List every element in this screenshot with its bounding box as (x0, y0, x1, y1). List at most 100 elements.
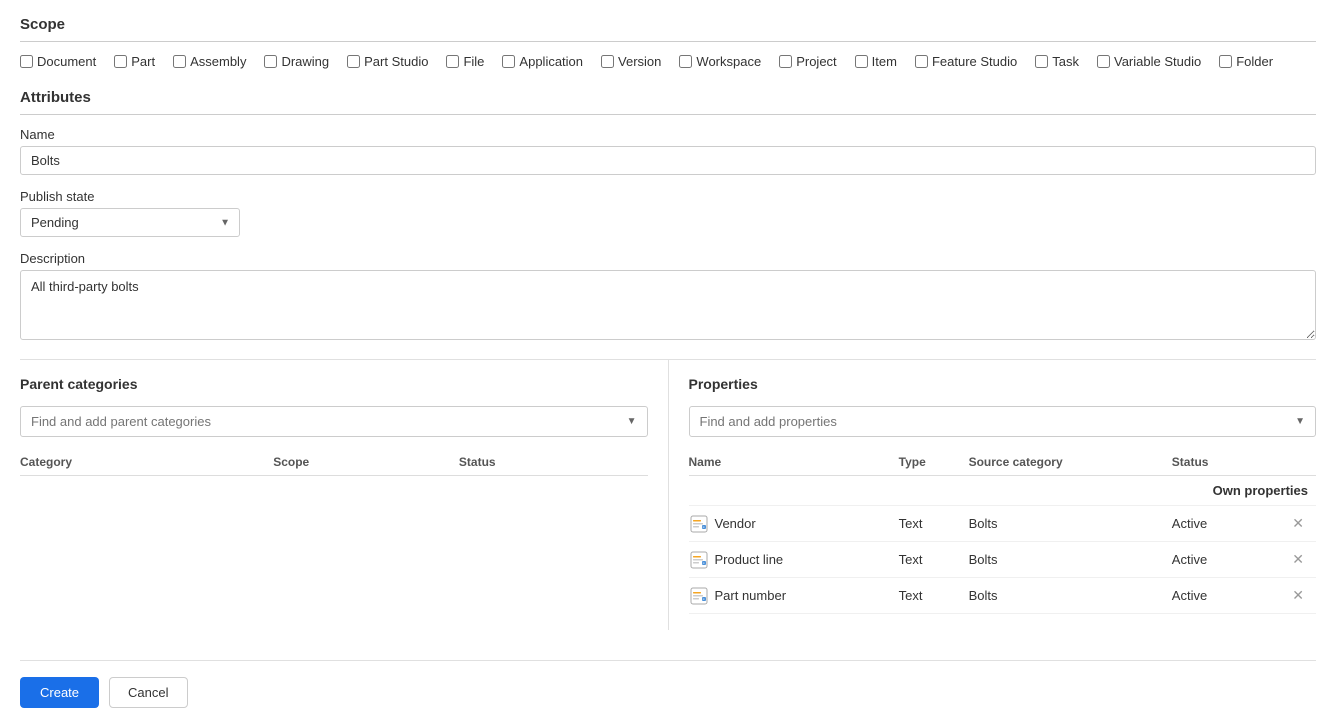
cb-workspace-checkbox[interactable] (679, 55, 692, 68)
parent-categories-input[interactable] (21, 407, 617, 436)
prop-status: Active (1172, 506, 1261, 542)
cb-version-checkbox[interactable] (601, 55, 614, 68)
cb-application-checkbox[interactable] (502, 55, 515, 68)
table-row: ≡ Vendor TextBoltsActive ✕ (689, 506, 1317, 542)
scope-section: Scope Document Part Assembly Drawing Part St… (20, 16, 1316, 69)
attributes-title: Attributes (20, 89, 1316, 115)
parent-categories-panel: Parent categories ▼ Category Scope Statu… (20, 360, 669, 630)
scope-checkbox-cb-workspace[interactable]: Workspace (679, 54, 761, 69)
cb-partstudio-checkbox[interactable] (347, 55, 360, 68)
properties-panel: Properties ▼ Name Type Source category S… (669, 360, 1317, 630)
remove-property-button[interactable]: ✕ (1288, 585, 1308, 606)
remove-property-button[interactable]: ✕ (1288, 513, 1308, 534)
cb-variablestudio-checkbox[interactable] (1097, 55, 1110, 68)
cb-project-checkbox[interactable] (779, 55, 792, 68)
prop-status: Active (1172, 542, 1261, 578)
remove-property-button[interactable]: ✕ (1288, 549, 1308, 570)
prop-name: Vendor (715, 516, 756, 531)
bottom-panels: Parent categories ▼ Category Scope Statu… (20, 359, 1316, 630)
cb-part-label: Part (131, 54, 155, 69)
prop-status: Active (1172, 578, 1261, 614)
cb-folder-checkbox[interactable] (1219, 55, 1232, 68)
prop-source-category: Bolts (969, 578, 1172, 614)
col-source-category: Source category (969, 449, 1172, 476)
cb-item-checkbox[interactable] (855, 55, 868, 68)
name-label: Name (20, 127, 1316, 142)
table-header-row: Name Type Source category Status (689, 449, 1317, 476)
own-properties-label: Own properties (689, 476, 1317, 506)
properties-search-input[interactable] (690, 407, 1286, 436)
chevron-down-icon: ▼ (617, 416, 647, 427)
cb-drawing-checkbox[interactable] (264, 55, 277, 68)
cb-task-checkbox[interactable] (1035, 55, 1048, 68)
prop-name-cell: ≡ Part number (689, 578, 899, 614)
parent-categories-title: Parent categories (20, 376, 648, 392)
scope-checkbox-cb-drawing[interactable]: Drawing (264, 54, 329, 69)
scope-checkbox-cb-part[interactable]: Part (114, 54, 155, 69)
scope-checkbox-cb-variablestudio[interactable]: Variable Studio (1097, 54, 1201, 69)
scope-checkbox-cb-folder[interactable]: Folder (1219, 54, 1273, 69)
scope-checkbox-cb-assembly[interactable]: Assembly (173, 54, 246, 69)
cb-featurestudio-checkbox[interactable] (915, 55, 928, 68)
property-icon: ≡ (689, 514, 709, 534)
scope-checkbox-cb-version[interactable]: Version (601, 54, 661, 69)
cb-item-label: Item (872, 54, 897, 69)
cb-variablestudio-label: Variable Studio (1114, 54, 1201, 69)
scope-checkbox-cb-project[interactable]: Project (779, 54, 836, 69)
table-row: ≡ Part number TextBoltsActive✕ (689, 578, 1317, 614)
svg-text:≡: ≡ (702, 525, 704, 529)
col-type: Type (899, 449, 969, 476)
description-input[interactable] (20, 270, 1316, 340)
cb-workspace-label: Workspace (696, 54, 761, 69)
scope-checkbox-cb-application[interactable]: Application (502, 54, 583, 69)
scope-checkbox-cb-document[interactable]: Document (20, 54, 96, 69)
publish-state-select[interactable]: PendingActiveObsolete (20, 208, 240, 237)
parent-categories-search[interactable]: ▼ (20, 406, 648, 437)
create-button[interactable]: Create (20, 677, 99, 708)
own-properties-group-row: Own properties (689, 476, 1317, 506)
cb-featurestudio-label: Feature Studio (932, 54, 1017, 69)
page-container: Scope Document Part Assembly Drawing Part St… (0, 0, 1336, 724)
attributes-section: Attributes Name Publish state PendingAct… (20, 89, 1316, 343)
cb-partstudio-label: Part Studio (364, 54, 428, 69)
scope-title: Scope (20, 16, 1316, 42)
description-field-group: Description (20, 251, 1316, 343)
col-status: Status (459, 449, 648, 476)
scope-checkbox-cb-task[interactable]: Task (1035, 54, 1079, 69)
cb-assembly-label: Assembly (190, 54, 246, 69)
parent-categories-table: Category Scope Status (20, 449, 648, 476)
cb-drawing-label: Drawing (281, 54, 329, 69)
cb-file-checkbox[interactable] (446, 55, 459, 68)
scope-checkbox-cb-file[interactable]: File (446, 54, 484, 69)
prop-name: Part number (715, 588, 787, 603)
name-input[interactable] (20, 146, 1316, 175)
chevron-down-icon: ▼ (1285, 416, 1315, 427)
svg-text:≡: ≡ (702, 597, 704, 601)
cb-document-checkbox[interactable] (20, 55, 33, 68)
prop-remove-cell: ✕ (1261, 542, 1316, 578)
properties-search[interactable]: ▼ (689, 406, 1317, 437)
property-icon: ≡ (689, 586, 709, 606)
col-actions (1261, 449, 1316, 476)
publish-state-field-group: Publish state PendingActiveObsolete ▼ (20, 189, 1316, 237)
description-label: Description (20, 251, 1316, 266)
cb-part-checkbox[interactable] (114, 55, 127, 68)
property-icon: ≡ (689, 550, 709, 570)
cancel-button[interactable]: Cancel (109, 677, 187, 708)
cb-assembly-checkbox[interactable] (173, 55, 186, 68)
prop-source-category: Bolts (969, 506, 1172, 542)
cb-project-label: Project (796, 54, 836, 69)
scope-checkbox-cb-featurestudio[interactable]: Feature Studio (915, 54, 1017, 69)
col-scope: Scope (273, 449, 459, 476)
prop-remove-cell: ✕ (1261, 506, 1316, 542)
scope-checkbox-cb-partstudio[interactable]: Part Studio (347, 54, 428, 69)
prop-type: Text (899, 506, 969, 542)
publish-state-wrapper: PendingActiveObsolete ▼ (20, 208, 240, 237)
table-header-row: Category Scope Status (20, 449, 648, 476)
scope-checkbox-cb-item[interactable]: Item (855, 54, 897, 69)
cb-task-label: Task (1052, 54, 1079, 69)
cb-folder-label: Folder (1236, 54, 1273, 69)
col-category: Category (20, 449, 273, 476)
prop-name-cell: ≡ Vendor (689, 506, 899, 542)
properties-title: Properties (689, 376, 1317, 392)
